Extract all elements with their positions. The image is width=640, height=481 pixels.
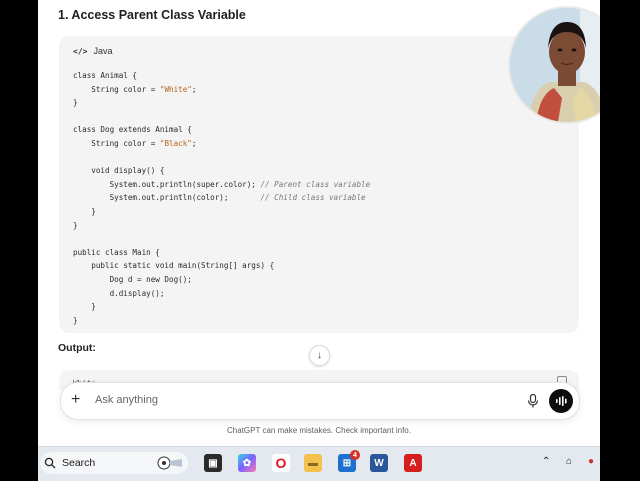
code-token: class Animal { [73,71,138,80]
code-token: String color = [73,138,160,148]
taskbar-search[interactable]: Search [40,452,188,474]
code-token: } [73,98,78,108]
code-line: class Animal { [73,69,370,83]
code-line: } [73,96,370,110]
arrow-down-icon: ↓ [317,350,322,361]
voice-mode-button[interactable] [549,389,573,413]
section-heading: 1. Access Parent Class Variable [58,8,246,22]
code-token: } [73,315,78,325]
code-line: String color = "White"; [73,83,370,97]
code-line: } [73,314,370,328]
code-token: ; [191,84,197,94]
code-language-header: </> Java [73,46,112,56]
code-token: String color = [73,84,160,94]
code-token: } [73,206,96,216]
code-line: String color = "Black"; [73,137,370,151]
code-token: public class Main { [73,247,160,257]
copilot-icon[interactable]: ✿ [238,454,256,472]
microphone-tray-icon[interactable]: ● [588,456,594,467]
acrobat-icon[interactable]: A [404,454,422,472]
code-block: </> Java class Animal { String color = "… [59,36,579,333]
code-line: } [73,300,370,314]
output-label: Output: [58,342,96,354]
code-token: "Black" [159,138,192,148]
search-icon [44,457,56,469]
code-token: System.out.println(color); [73,193,261,203]
code-token: System.out.println(super.color); [73,179,261,189]
presenter-video [510,8,600,122]
code-line: public static void main(String[] args) { [73,259,370,273]
file-explorer-icon[interactable]: ▬ [304,454,322,472]
code-line: } [73,219,370,233]
chevron-up-icon[interactable]: ⌃ [542,456,550,467]
notification-badge: 4 [350,450,360,460]
prompt-input[interactable] [95,394,515,406]
football-icon [157,456,182,470]
disclaimer-text: ChatGPT can make mistakes. Check importa… [227,426,411,435]
code-token: class Dog extends Animal { [73,125,192,135]
code-line: void display() { [73,164,370,178]
task-view-icon[interactable]: ▣ [204,454,222,472]
code-token: void display() { [73,166,165,176]
code-language-label: Java [93,46,113,56]
code-token: Dog d = new Dog(); [73,274,192,284]
code-line: System.out.println(super.color); // Pare… [73,178,371,192]
code-line: System.out.println(color); // Child clas… [73,191,370,205]
taskbar-search-label: Search [62,457,96,469]
windows-taskbar: Search ▣ ✿ O ▬ ⊞ 4 W A ⌃ ⌂ ● [38,446,600,481]
code-line: } [73,205,370,219]
message-composer: + [60,382,580,420]
code-token: } [73,220,78,230]
code-token: ; [191,138,197,148]
microsoft-store-icon[interactable]: ⊞ 4 [338,450,360,472]
code-line: public class Main { [73,246,370,260]
code-line: Dog d = new Dog(); [73,273,370,287]
code-token: "White" [159,84,192,94]
opera-icon[interactable]: O [272,454,290,472]
word-icon[interactable]: W [370,454,388,472]
code-token: } [73,302,96,312]
code-token: public static void main(String[] args) { [73,261,275,271]
code-token: // Child class variable [260,193,366,203]
plus-icon[interactable]: + [71,390,80,410]
code-icon: </> [73,46,88,56]
code-content: class Animal { String color = "White";} c… [73,69,370,327]
scroll-to-bottom-button[interactable]: ↓ [309,345,330,366]
code-line: class Dog extends Animal { [73,123,370,137]
code-token: // Parent class variable [260,179,371,189]
code-token: d.display(); [73,288,165,298]
network-icon[interactable]: ⌂ [566,456,572,467]
waveform-icon [556,396,567,406]
microphone-icon[interactable] [527,394,539,408]
chat-page: 1. Access Parent Class Variable </> Java… [38,0,600,446]
code-line: d.display(); [73,287,370,301]
